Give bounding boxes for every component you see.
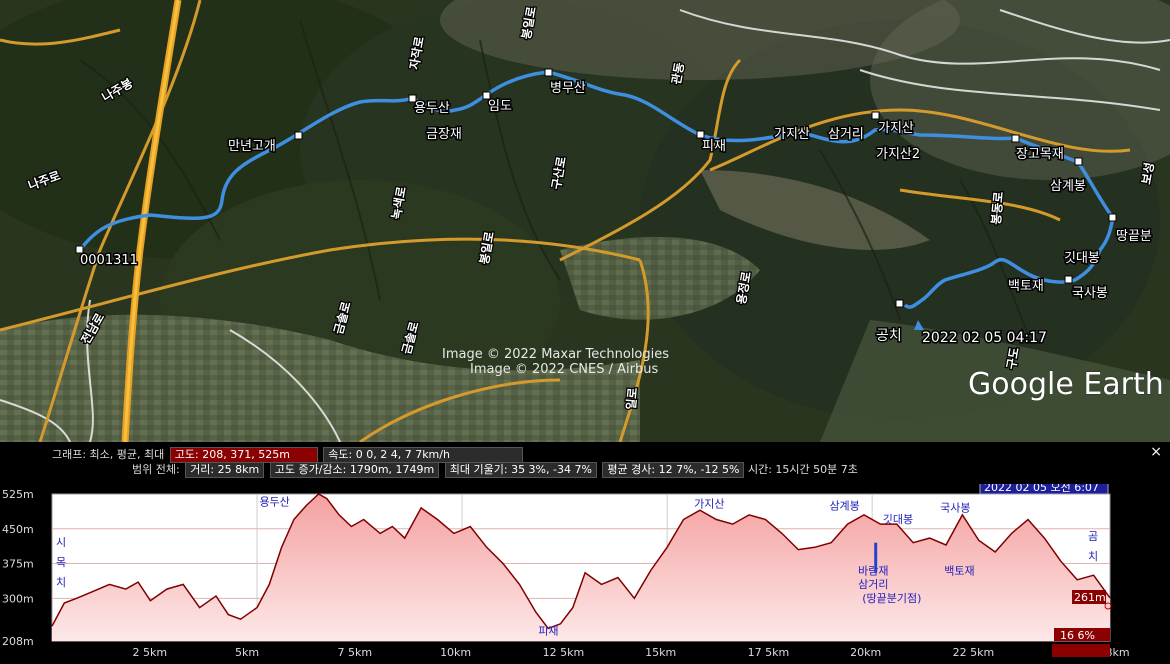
waypoint-annotation: 삼계봉 [829,499,859,512]
range-label: 범위 전체: [132,463,180,476]
y-tick-label: 375m [2,558,34,571]
x-tick-label: 10km [440,646,471,659]
start-annotation: 치 [56,576,66,589]
x-tick-label: 12 5km [543,646,585,659]
track-timestamp: 2022 02 05 04:17 [922,330,1047,346]
waypoint-annotation: 바람재 [858,565,888,578]
waypoint-annotation: 가지산 [694,497,724,510]
waypoint-annotation: 피재 [538,625,558,638]
waypoint-label: 피재 [702,139,726,154]
waypoint-marker[interactable] [1011,134,1020,143]
slope-stat: 최대 기울기: 35 3%, -34 7% [444,462,597,478]
waypoint-annotation: 용두산 [259,496,289,509]
cursor-value: 261m [1074,591,1106,604]
elevation-profile-panel: 그래프: 최소, 평균, 최대 고도: 208, 371, 525m 속도: 0… [0,442,1170,664]
waypoint-marker[interactable] [294,131,303,140]
time-stat: 시간: 15시간 50분 7초 [747,463,858,476]
image-credit: Image © 2022 Maxar Technologies [442,347,669,362]
waypoint-label: 용두산 [414,101,450,116]
waypoint-label: 금장재 [426,127,462,142]
marker-bar [874,542,878,573]
end-annotation: 곰 [1088,530,1098,543]
waypoint-marker[interactable] [482,91,491,100]
y-tick-label: 208m [2,635,34,648]
google-earth-logo: Google Earth [968,367,1164,402]
waypoint-marker[interactable] [895,299,904,308]
distance-stat: 거리: 25 8km [185,462,265,478]
start-annotation: 시 [56,536,66,549]
waypoint-label: 가지산 [878,121,914,136]
waypoint-marker[interactable] [1108,213,1117,222]
road-label: 봉동로 [989,191,1006,225]
waypoint-label: 땅끝분 [1116,229,1152,244]
waypoint-annotation: 국사봉 [940,502,970,515]
waypoint-label: 임도 [488,99,512,114]
image-credit: Image © 2022 CNES / Airbus [470,362,658,377]
x-tick-label: 5km [235,646,259,659]
map-view[interactable]: 나주봉 나주로 자작로 봉일로 녹색로 구산로 봉일로 금솔로 금솔로 전남로 … [0,0,1170,442]
start-annotation: 목 [56,556,66,569]
satellite-map[interactable]: 나주봉 나주로 자작로 봉일로 녹색로 구산로 봉일로 금솔로 금솔로 전남로 … [0,0,1170,442]
elevation-chart[interactable]: 525m 450m 375m 300m 208m 2 5km 5km 7 5km 10km 12… [0,484,1170,664]
waypoint-label: 장고목재 [1016,147,1064,162]
waypoint-label: 가지산2 [876,147,920,162]
x-tick-label: 22 5km [953,646,995,659]
y-tick-label: 300m [2,592,34,605]
waypoint-label: 병무산 [550,81,586,96]
waypoint-annotation: 삼거리 [858,578,888,591]
waypoint-label: 백토재 [1008,279,1044,294]
x-tick-label: 2 5km [133,646,168,659]
start-label: 0001311 [80,253,138,268]
road-label: 일로 [624,387,640,410]
y-tick-label: 450m [2,523,34,536]
cursor-slope: 16 6% [1060,629,1095,642]
end-label: 공치 [876,328,902,344]
avg-slope-stat: 평균 경사: 12 7%, -12 5% [602,462,745,478]
close-icon[interactable]: × [1150,444,1162,460]
x-tick-label: 20km [850,646,881,659]
end-annotation: 치 [1088,550,1098,563]
y-tick-label: 525m [2,488,34,501]
x-tick-label: 7 5km [338,646,373,659]
x-tick-label: 15km [645,646,676,659]
waypoint-marker[interactable] [75,245,84,254]
waypoint-annotation: 백토재 [944,565,974,578]
waypoint-label: 삼거리 [828,127,864,142]
cursor-dist-box [1052,644,1110,657]
waypoint-annotation: (땅끝분기점) [862,592,921,605]
waypoint-marker[interactable] [871,111,880,120]
waypoint-marker[interactable] [1064,275,1073,284]
waypoint-marker[interactable] [1074,157,1083,166]
graph-label: 그래프: 최소, 평균, 최대 [52,448,165,461]
waypoint-label: 삼계봉 [1050,179,1086,194]
waypoint-label: 깃대봉 [1064,251,1100,266]
waypoint-label: 가지산 [774,127,810,142]
date-text: 2022 02 05 오전 6:07 [984,484,1099,494]
elev-gain-stat: 고도 증가/감소: 1790m, 1749m [269,462,440,478]
x-tick-label: 17 5km [748,646,790,659]
waypoint-annotation: 깃대봉 [883,513,913,526]
waypoint-label: 만년고개 [228,139,276,154]
waypoint-marker[interactable] [544,68,553,77]
stats-line-2: 범위 전체: 거리: 25 8km 고도 증가/감소: 1790m, 1749m… [132,461,858,478]
waypoint-label: 국사봉 [1072,286,1108,301]
waypoint-marker[interactable] [696,130,705,139]
